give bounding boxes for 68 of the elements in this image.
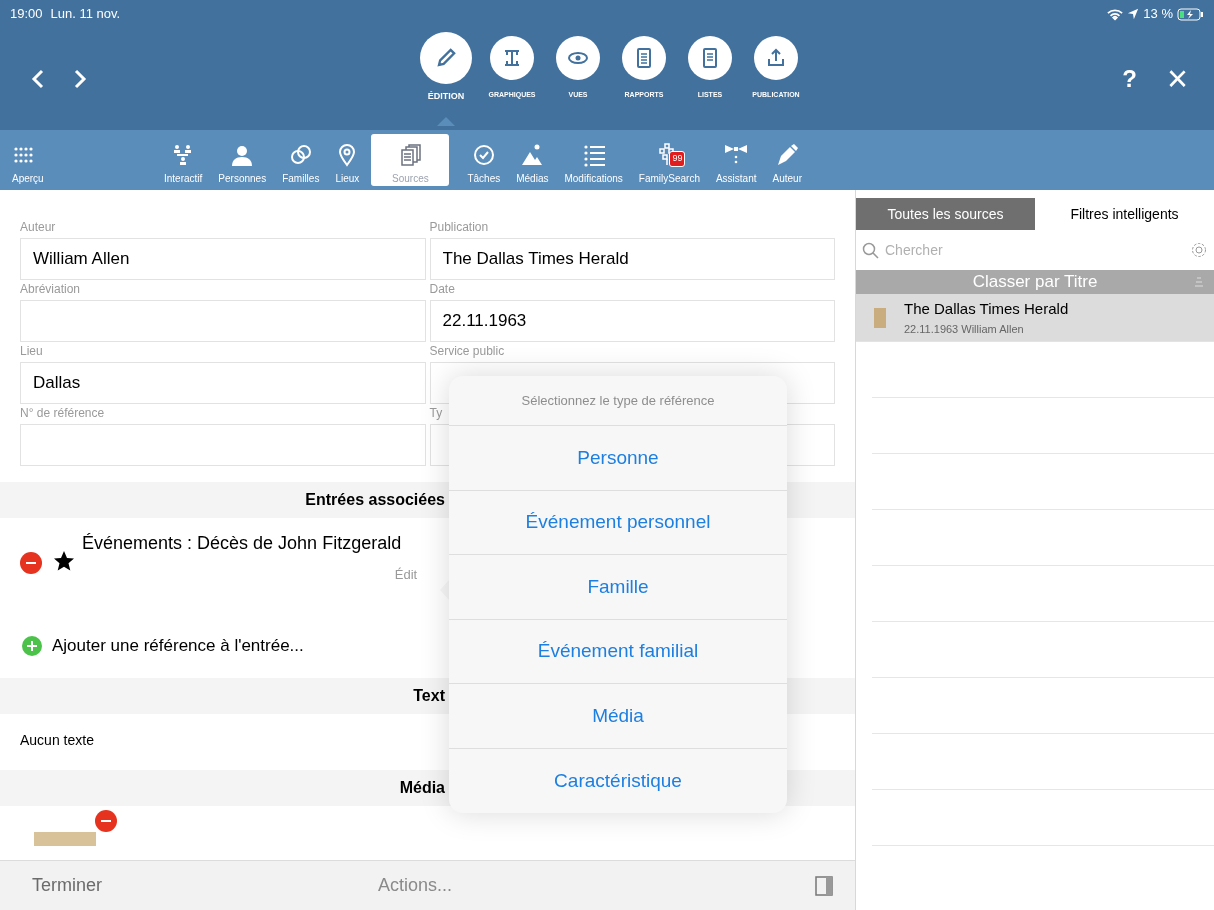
field-label: Publication — [429, 219, 490, 236]
toolbar-tab[interactable]: Modifications — [556, 134, 631, 186]
menu-option[interactable]: Famille — [449, 555, 787, 620]
toolbar-tab[interactable]: 99 FamilySearch — [630, 134, 708, 186]
settings-icon — [1190, 241, 1208, 259]
toolbar-tab[interactable]: Médias — [508, 134, 557, 186]
sidebar-toggle-button[interactable] — [815, 875, 833, 896]
status-date: Lun. 11 nov. — [50, 5, 121, 24]
input-field[interactable]: 22.11.1963 — [429, 300, 835, 342]
menu-option[interactable]: Événement familial — [449, 619, 787, 684]
toolbar-tab[interactable]: Lieux — [327, 134, 368, 186]
source-list-item[interactable]: The Dallas Times Herald 22.11.1963 William Allen — [856, 294, 1214, 342]
actions-button[interactable]: Actions... — [378, 872, 453, 899]
input-field[interactable]: Dallas — [20, 362, 426, 404]
toolbar-tab[interactable]: Personnes — [210, 134, 275, 186]
close-button[interactable]: × — [1166, 61, 1188, 97]
toolbar-tab[interactable]: Tâches — [459, 134, 509, 186]
battery-icon — [1177, 7, 1204, 21]
entry-title[interactable]: Événements : Décès de John Fitzgerald — [82, 530, 402, 557]
help-button[interactable]: ? — [1122, 61, 1137, 97]
chevron-left-icon — [30, 69, 46, 89]
chevron-right-icon — [72, 69, 88, 89]
search-icon — [862, 241, 879, 259]
plus-icon — [26, 640, 38, 652]
toolbar-tab[interactable]: Assistant — [707, 134, 765, 186]
documents-icon — [398, 143, 423, 167]
person-icon — [230, 143, 255, 167]
notification-badge: 99 — [669, 151, 686, 167]
item-title: The Dallas Times Herald — [904, 299, 1069, 319]
entry-note: Édit — [394, 566, 418, 584]
thumbnail-placeholder — [874, 307, 886, 328]
remove-button[interactable] — [20, 552, 42, 574]
field-label: Lieu — [20, 343, 44, 360]
toolbar-tab[interactable]: Familles — [274, 134, 328, 186]
check-circle-icon — [471, 143, 496, 167]
input-field[interactable]: The Dallas Times Herald — [429, 238, 835, 280]
done-button[interactable]: Terminer — [32, 872, 102, 899]
input-field[interactable]: William Allen — [20, 238, 426, 280]
menu-option[interactable]: Personne — [449, 426, 787, 491]
input-field[interactable] — [20, 300, 426, 342]
status-time: 19:00 — [10, 5, 43, 24]
remove-button[interactable] — [95, 810, 117, 832]
sort-icon — [1194, 276, 1204, 288]
field-label: Date — [429, 281, 456, 298]
field-label: Abréviation — [20, 281, 82, 298]
popover-title: Sélectionnez le type de référence — [449, 376, 787, 426]
toolbar-tab[interactable]: Aperçu — [6, 134, 156, 186]
field-label: N° de référence — [20, 405, 106, 422]
battery-percentage: 13 % — [1143, 5, 1173, 24]
pen-nib-icon — [775, 143, 800, 167]
photo-placeholder — [34, 832, 96, 846]
input-field[interactable] — [20, 424, 426, 466]
field-label: Service public — [429, 343, 506, 360]
sort-header: Classer par Titre — [971, 271, 1099, 294]
toolbar-tab[interactable]: Interactif — [156, 134, 211, 186]
toolbar-tab[interactable]: Auteur — [764, 134, 810, 186]
item-subtitle: 22.11.1963 William Allen — [904, 321, 1025, 337]
field-label: Auteur — [20, 219, 57, 236]
toolbar-tab[interactable]: Sources — [371, 134, 450, 186]
panel-icon — [815, 875, 833, 896]
search-field[interactable]: Chercher — [885, 239, 1184, 261]
location-icon — [1127, 8, 1140, 20]
field-label: Ty — [429, 405, 444, 422]
wifi-icon — [1107, 7, 1124, 21]
rings-icon — [288, 143, 313, 167]
empty-text-message: Aucun texte — [20, 731, 94, 750]
sidebar-tab[interactable]: Toutes les sources — [856, 198, 1035, 230]
mountains-icon — [520, 143, 545, 167]
